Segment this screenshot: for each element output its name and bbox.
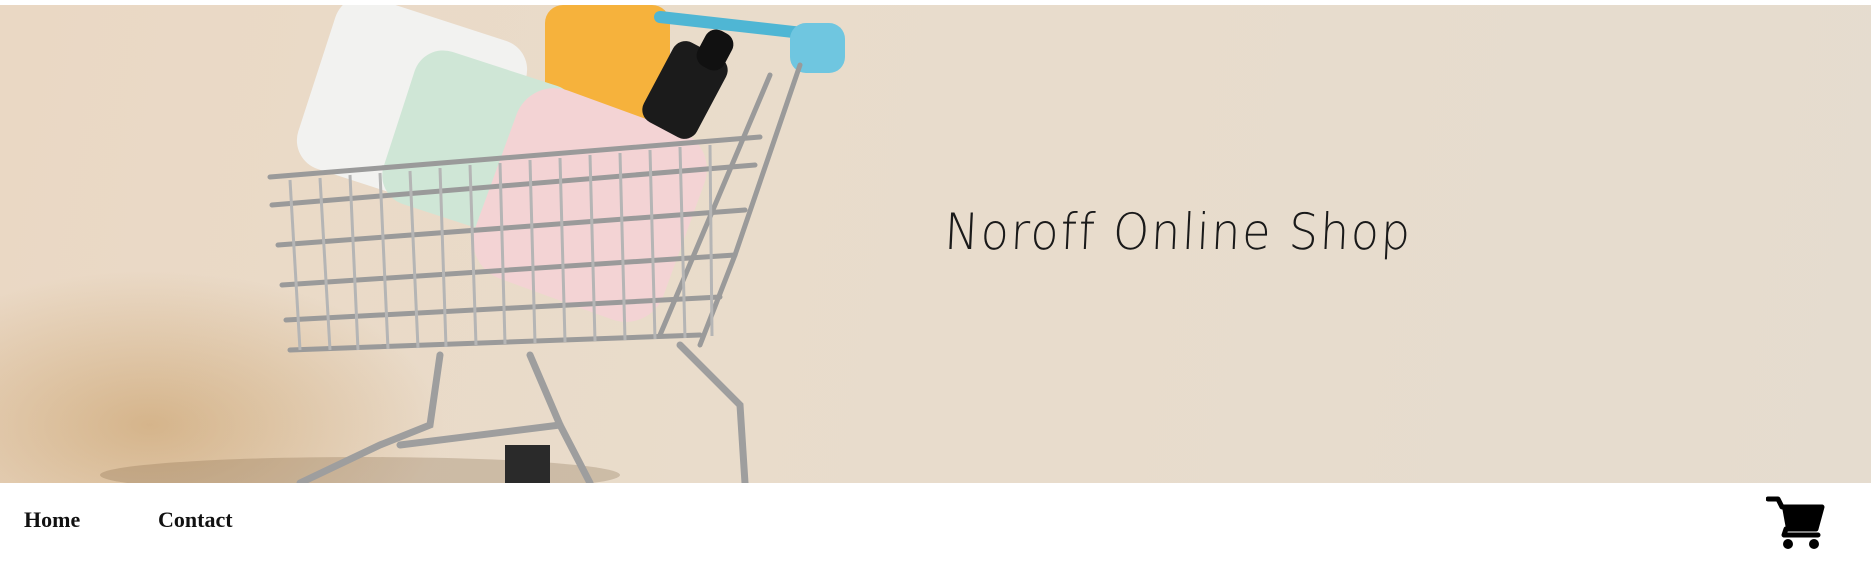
cart-button[interactable] [1765, 495, 1826, 551]
shopping-cart-icon [1765, 496, 1825, 549]
nav-link-contact[interactable]: Contact [158, 507, 233, 533]
main-navigation: Home Contact [0, 483, 1871, 561]
hero-banner: Noroff Online Shop [0, 5, 1871, 483]
shopping-cart-photo [100, 5, 845, 483]
nav-link-home[interactable]: Home [24, 507, 80, 533]
site-title: Noroff Online Shop [943, 203, 1414, 261]
